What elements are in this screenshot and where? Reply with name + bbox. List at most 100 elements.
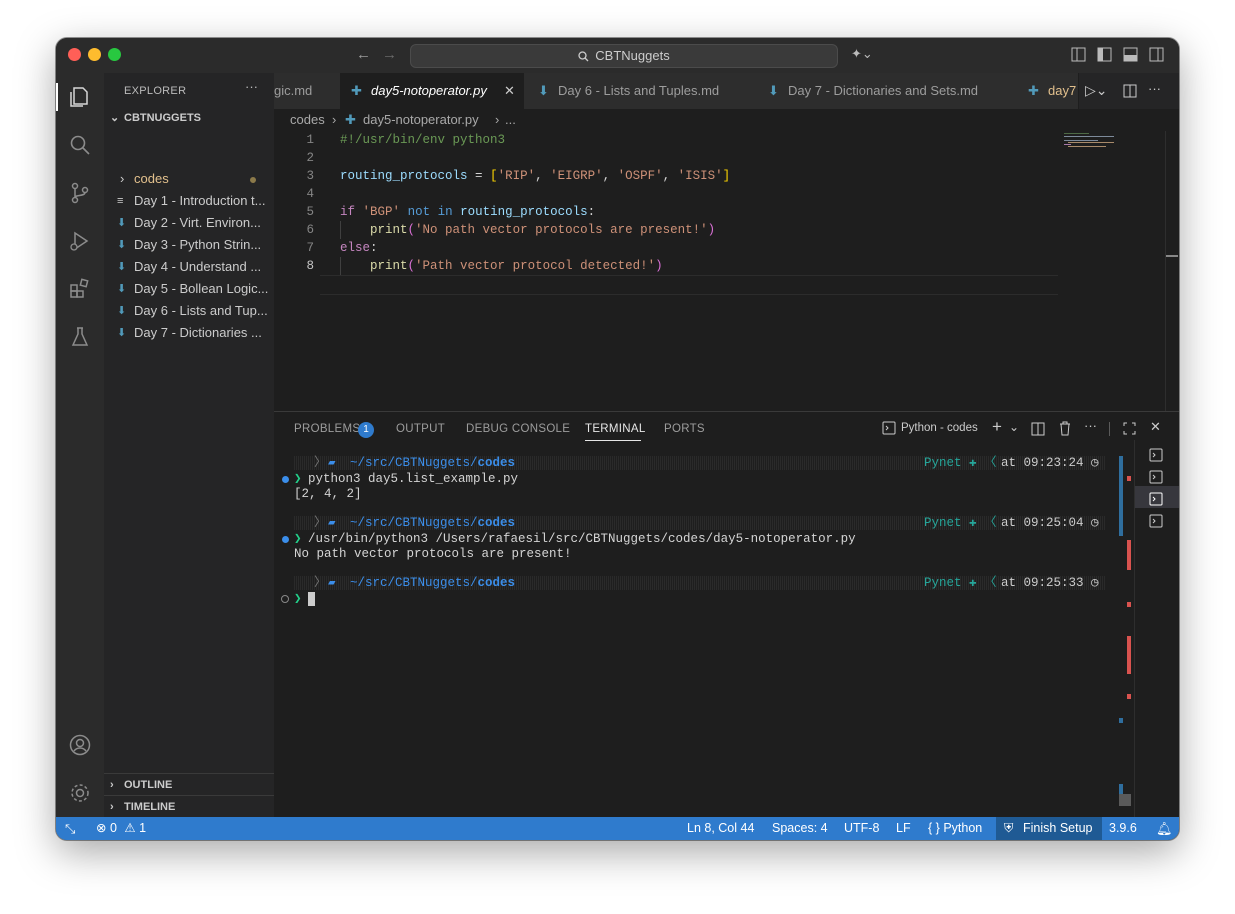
remote-indicator[interactable]: ⤡	[56, 817, 88, 840]
title-bar: ← → CBTNuggets ✦⌄	[56, 38, 1179, 74]
outline-section[interactable]: › OUTLINE	[104, 774, 274, 796]
python-file-icon: ✚	[1028, 83, 1039, 98]
back-arrow-icon[interactable]: ←	[356, 46, 371, 63]
file-day2[interactable]: ⬇ Day 2 - Virt. Environ...	[104, 212, 274, 234]
tab-debug-console[interactable]: DEBUG CONSOLE	[466, 423, 570, 435]
timeline-label: TIMELINE	[124, 801, 176, 813]
cursor-position[interactable]: Ln 8, Col 44	[687, 817, 754, 840]
tab-label: day5-notoperator.py	[371, 83, 487, 98]
notifications-bell-icon[interactable]: 🔔︎	[1156, 817, 1173, 840]
tab-day6[interactable]: ⬇ Day 6 - Lists and Tuples.md	[524, 73, 755, 109]
toggle-sidebar-icon[interactable]	[1097, 47, 1113, 62]
code-line-7: else:	[340, 241, 378, 255]
scrollbar-marker	[1166, 255, 1178, 257]
file-day6[interactable]: ⬇ Day 6 - Lists and Tup...	[104, 300, 274, 322]
timeline-section[interactable]: › TIMELINE	[104, 796, 274, 818]
window-title: CBTNuggets	[595, 48, 670, 63]
close-window-button[interactable]	[68, 48, 81, 61]
current-line-highlight	[320, 275, 1058, 295]
toggle-panel-icon[interactable]	[1123, 47, 1139, 62]
tab-problems[interactable]: PROBLEMS	[294, 423, 360, 435]
tab-day7-py[interactable]: ✚ day7	[1014, 73, 1079, 109]
terminal-output[interactable]: 〉 ▰ ~/src/CBTNuggets/codes Pynet ✚ 〈 at …	[274, 456, 1114, 816]
chevron-down-icon: ⌄	[110, 112, 120, 124]
run-python-icon[interactable]: ▷⌄	[1085, 82, 1108, 99]
code-editor[interactable]: 1 2 3 4 5 6 7 8 #!/usr/bin/env python3 r…	[274, 131, 1179, 411]
prompt-time: at 09:25:33 ◷	[1001, 576, 1099, 590]
tab-terminal[interactable]: TERMINAL	[585, 423, 646, 435]
testing-flask-icon[interactable]	[68, 325, 92, 349]
file-day4[interactable]: ⬇ Day 4 - Understand ...	[104, 256, 274, 278]
file-day3[interactable]: ⬇ Day 3 - Python Strin...	[104, 234, 274, 256]
prompt-time: at 09:23:24 ◷	[1001, 456, 1099, 470]
breadcrumb-file[interactable]: day5-notoperator.py	[363, 109, 479, 131]
prompt-separator: 〉	[314, 456, 327, 470]
source-control-icon[interactable]	[68, 181, 92, 205]
warning-icon: ⚠	[124, 821, 136, 835]
problems-count-badge: 1	[358, 422, 374, 438]
account-icon[interactable]	[68, 733, 92, 757]
copilot-icon[interactable]: ✦⌄	[851, 46, 873, 62]
line-ending[interactable]: LF	[896, 817, 911, 840]
terminal-output-line: No path vector protocols are present!	[294, 547, 572, 561]
prompt-env: Pynet ✚ 〈	[924, 516, 997, 530]
tab-output[interactable]: OUTPUT	[396, 423, 445, 435]
breadcrumb-more[interactable]: ...	[505, 109, 516, 131]
terminal-instance-icon[interactable]	[1149, 514, 1163, 528]
prompt-path: ~/src/CBTNuggets/codes	[350, 576, 516, 590]
extensions-icon[interactable]	[68, 277, 92, 301]
folder-codes[interactable]: › codes	[104, 168, 274, 190]
close-panel-icon[interactable]: ✕	[1150, 419, 1161, 435]
terminal-output-line: [2, 4, 2]	[294, 487, 362, 501]
activity-bar	[56, 73, 104, 817]
file-day5[interactable]: ⬇ Day 5 - Bollean Logic...	[104, 278, 274, 300]
editor-more-icon[interactable]: ···	[1148, 81, 1161, 96]
tab-ports[interactable]: PORTS	[664, 423, 705, 435]
run-debug-icon[interactable]	[68, 229, 92, 253]
split-terminal-icon[interactable]	[1031, 422, 1045, 436]
tab-label: day7	[1048, 83, 1077, 98]
python-version[interactable]: 3.9.6	[1109, 817, 1137, 840]
split-editor-icon[interactable]	[1123, 84, 1137, 98]
chevron-down-icon[interactable]: ⌄	[1009, 420, 1019, 434]
project-folder-header[interactable]: ⌄ CBTNUGGETS	[104, 107, 274, 129]
breadcrumb: codes › ✚ day5-notoperator.py › ...	[274, 109, 1179, 131]
panel-more-icon[interactable]: ···	[1084, 418, 1097, 433]
minimize-window-button[interactable]	[88, 48, 101, 61]
manage-gear-icon[interactable]	[68, 781, 92, 805]
customize-layout-icon[interactable]	[1071, 47, 1087, 62]
zoom-window-button[interactable]	[108, 48, 121, 61]
code-line-1: #!/usr/bin/env python3	[340, 133, 506, 147]
forward-arrow-icon[interactable]: →	[382, 46, 397, 63]
tab-day7[interactable]: ⬇ Day 7 - Dictionaries and Sets.md	[754, 73, 1015, 109]
tab-day5-md[interactable]: gic.md	[274, 73, 341, 109]
terminal-instance-icon[interactable]	[1149, 470, 1163, 484]
file-day7[interactable]: ⬇ Day 7 - Dictionaries ...	[104, 322, 274, 344]
remote-icon: ⤡	[65, 821, 76, 836]
maximize-panel-icon[interactable]	[1123, 422, 1136, 435]
finish-setup-button[interactable]: ⛨ Finish Setup	[996, 817, 1102, 840]
tab-day5-notoperator[interactable]: ✚ day5-notoperator.py ✕	[340, 73, 525, 109]
search-activity-icon[interactable]	[68, 133, 92, 157]
minimap[interactable]	[1064, 133, 1119, 149]
terminal-instance-icon-active[interactable]	[1149, 492, 1163, 506]
copilot-status-icon: ⛨	[1004, 821, 1014, 835]
prompt-path: ~/src/CBTNuggets/codes	[350, 516, 516, 530]
command-center[interactable]: CBTNuggets	[410, 44, 838, 68]
new-terminal-icon[interactable]: +	[992, 417, 1002, 437]
terminal-scrollbar[interactable]	[1119, 456, 1131, 816]
breadcrumb-folder[interactable]: codes	[290, 109, 325, 131]
close-tab-icon[interactable]: ✕	[504, 73, 515, 109]
encoding[interactable]: UTF-8	[844, 817, 879, 840]
kill-terminal-icon[interactable]	[1058, 421, 1072, 436]
terminal-name[interactable]: Python - codes	[901, 422, 978, 434]
toggle-secondary-sidebar-icon[interactable]	[1149, 47, 1165, 62]
explorer-icon[interactable]	[68, 85, 92, 109]
terminal-instance-icon[interactable]	[1149, 448, 1163, 462]
problems-status[interactable]: ⊗ 0 ⚠ 1	[96, 817, 146, 840]
indentation[interactable]: Spaces: 4	[772, 817, 828, 840]
chevron-right-icon: ›	[120, 171, 125, 186]
more-actions-icon[interactable]: ···	[245, 79, 258, 94]
language-mode[interactable]: { } Python	[928, 817, 982, 840]
file-day1[interactable]: ≡ Day 1 - Introduction t...	[104, 190, 274, 212]
